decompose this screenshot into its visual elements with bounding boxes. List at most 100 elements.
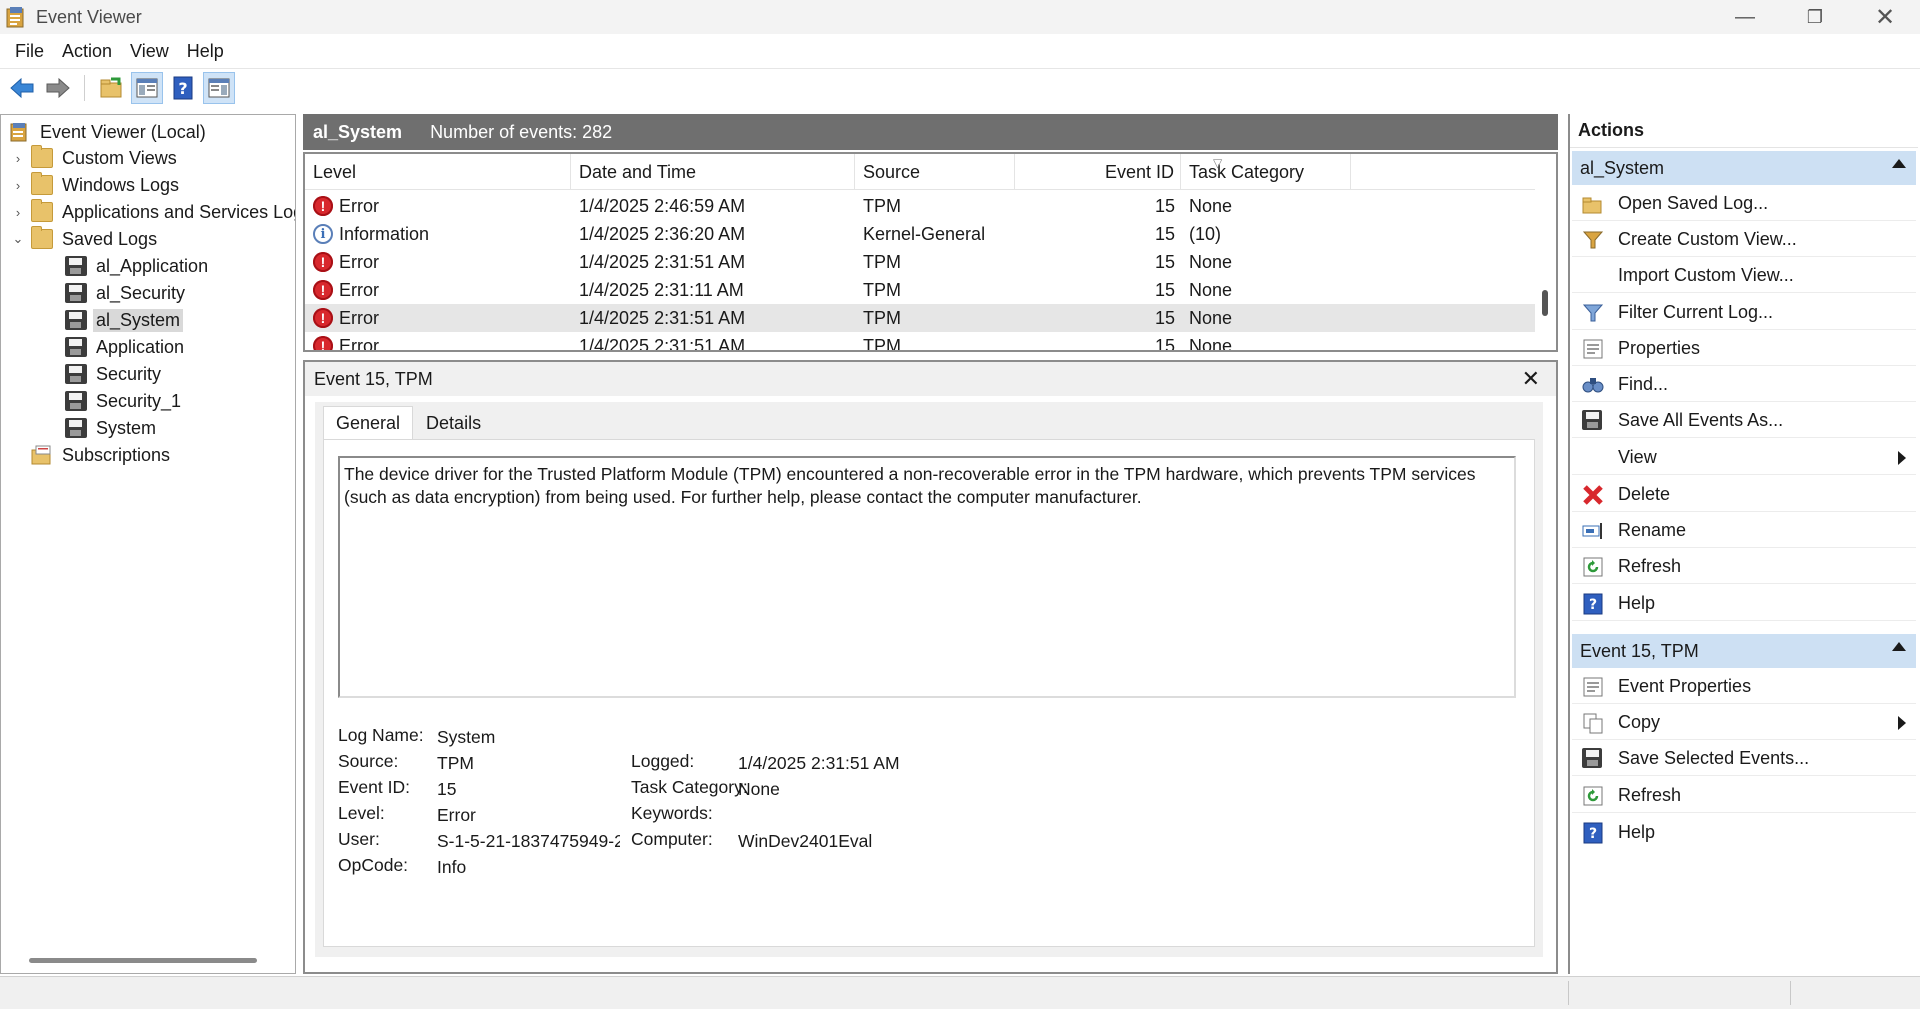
action-help[interactable]: ? Help — [1572, 586, 1916, 621]
menu-view[interactable]: View — [121, 41, 178, 62]
table-row[interactable]: i Information 1/4/2025 2:36:20 AM Kernel-… — [305, 220, 1535, 248]
logged-value[interactable]: 1/4/2025 2:31:51 AM — [738, 753, 900, 774]
tree-horizontal-scrollbar[interactable] — [29, 958, 257, 963]
collapse-icon[interactable] — [1892, 159, 1906, 168]
close-window-button[interactable]: ✕ — [1850, 0, 1920, 34]
action-filter-current-log[interactable]: Filter Current Log... — [1572, 295, 1916, 330]
event-list-scrollbar-thumb[interactable] — [1542, 290, 1548, 316]
collapse-icon[interactable] — [1892, 642, 1906, 651]
tree-item-security-1[interactable]: Security_1 — [65, 388, 184, 414]
tree-root[interactable]: Event Viewer (Local) — [9, 119, 209, 145]
column-level[interactable]: Level — [305, 154, 571, 190]
tree-item-saved-logs[interactable]: ⌄ Saved Logs — [11, 226, 160, 252]
tree-item-al-system[interactable]: al_System — [65, 307, 184, 333]
close-detail-button[interactable]: ✕ — [1522, 366, 1540, 392]
tree-item-al-application[interactable]: al_Application — [65, 253, 211, 279]
status-bar-divider — [1568, 981, 1569, 1005]
tree-item-applications-and-services-logs[interactable]: › Applications and Services Logs — [11, 199, 295, 225]
chevron-right-icon[interactable]: › — [11, 178, 25, 193]
chevron-right-icon[interactable]: › — [11, 205, 25, 220]
action-find[interactable]: Find... — [1572, 367, 1916, 402]
show-hide-action-pane-button[interactable] — [203, 71, 235, 104]
action-rename[interactable]: Rename — [1572, 513, 1916, 548]
source-label: Source: — [338, 751, 399, 771]
action-help-event[interactable]: ? Help — [1572, 815, 1916, 850]
action-group-event[interactable]: Event 15, TPM — [1572, 634, 1916, 668]
cell-event-id: 15 — [1154, 195, 1175, 216]
column-event-id[interactable]: Event ID — [1015, 154, 1181, 190]
column-task-category[interactable]: Task Category — [1181, 154, 1351, 190]
action-event-properties[interactable]: Event Properties — [1572, 669, 1916, 704]
event-viewer-local-icon — [9, 122, 31, 142]
help-button[interactable]: ? — [167, 72, 199, 104]
filter-icon — [1582, 302, 1604, 324]
tree-item-application[interactable]: Application — [65, 334, 187, 360]
computer-value[interactable]: WinDev2401Eval — [738, 831, 872, 852]
event-list-header: Level Date and Time Source Event ID Task… — [305, 154, 1535, 190]
opcode-value[interactable]: Info — [437, 857, 466, 878]
event-description[interactable]: The device driver for the Trusted Platfo… — [338, 456, 1516, 698]
folder-icon — [31, 145, 53, 168]
chevron-down-icon[interactable]: ⌄ — [11, 231, 25, 247]
open-folder-button[interactable] — [95, 72, 127, 104]
svg-text:?: ? — [1589, 597, 1597, 613]
source-value[interactable]: TPM — [437, 753, 474, 774]
menu-file[interactable]: File — [6, 41, 53, 62]
tree-item-label: Application — [96, 336, 185, 357]
action-save-selected-events[interactable]: Save Selected Events... — [1572, 741, 1916, 776]
table-row[interactable]: ! Error 1/4/2025 2:31:51 AM TPM 15 None — [305, 248, 1535, 276]
cell-date: 1/4/2025 2:36:20 AM — [579, 223, 746, 244]
cell-source: TPM — [863, 195, 901, 216]
action-create-custom-view[interactable]: Create Custom View... — [1572, 222, 1916, 257]
level-value[interactable]: Error — [437, 805, 476, 826]
task-category-label: Task Category: — [631, 777, 748, 797]
cell-date: 1/4/2025 2:46:59 AM — [579, 195, 746, 216]
menu-help[interactable]: Help — [178, 41, 233, 62]
task-category-value[interactable]: None — [738, 779, 780, 800]
table-row[interactable]: ! Error 1/4/2025 2:31:51 AM TPM 15 None — [305, 332, 1535, 350]
logged-label: Logged: — [631, 751, 695, 771]
action-group-al-system[interactable]: al_System — [1572, 151, 1916, 185]
menu-action[interactable]: Action — [53, 41, 121, 62]
tree-item-label: al_System — [93, 308, 184, 332]
cell-task-category: None — [1189, 279, 1233, 300]
table-row[interactable]: ! Error 1/4/2025 2:31:11 AM TPM 15 None — [305, 276, 1535, 304]
action-group-label: al_System — [1580, 157, 1665, 178]
sort-indicator-icon: ▽ — [1213, 156, 1223, 170]
forward-button[interactable] — [42, 72, 74, 104]
cell-task-category: None — [1189, 195, 1233, 216]
action-refresh-event[interactable]: Refresh — [1572, 778, 1916, 813]
table-row[interactable]: ! Error 1/4/2025 2:46:59 AM TPM 15 None — [305, 192, 1535, 220]
event-id-value[interactable]: 15 — [437, 779, 456, 800]
user-value[interactable]: S-1-5-21-1837475949-203265 — [437, 831, 620, 852]
column-date-time[interactable]: Date and Time — [571, 154, 855, 190]
action-open-saved-log[interactable]: Open Saved Log... — [1572, 186, 1916, 221]
tab-general[interactable]: General — [323, 406, 414, 440]
show-hide-tree-button[interactable] — [131, 71, 163, 104]
action-save-all-events-as[interactable]: Save All Events As... — [1572, 403, 1916, 438]
tree-item-security[interactable]: Security — [65, 361, 164, 387]
close-icon: ✕ — [1874, 3, 1896, 31]
action-copy[interactable]: Copy — [1572, 705, 1916, 740]
minimize-button[interactable]: — — [1710, 0, 1780, 34]
log-header-name: al_System — [313, 121, 403, 142]
column-source[interactable]: Source — [855, 154, 1015, 190]
tree-item-al-security[interactable]: al_Security — [65, 280, 188, 306]
tree-item-custom-views[interactable]: › Custom Views — [11, 145, 180, 171]
back-button[interactable] — [6, 72, 38, 104]
action-view[interactable]: View — [1572, 440, 1916, 475]
action-delete[interactable]: Delete — [1572, 477, 1916, 512]
action-refresh[interactable]: Refresh — [1572, 549, 1916, 584]
tree-item-subscriptions[interactable]: Subscriptions — [11, 442, 173, 468]
action-properties[interactable]: Properties — [1572, 331, 1916, 366]
table-row-selected[interactable]: ! Error 1/4/2025 2:31:51 AM TPM 15 None — [305, 304, 1535, 332]
tree-item-system[interactable]: System — [65, 415, 159, 441]
chevron-right-icon[interactable]: › — [11, 151, 25, 166]
tab-details[interactable]: Details — [413, 406, 494, 440]
log-name-value[interactable]: System — [437, 727, 495, 748]
action-label: Refresh — [1618, 784, 1682, 805]
tree-item-windows-logs[interactable]: › Windows Logs — [11, 172, 182, 198]
action-import-custom-view[interactable]: Import Custom View... — [1572, 258, 1916, 293]
restore-button[interactable]: ❐ — [1780, 0, 1850, 34]
status-bar-divider — [1790, 981, 1791, 1005]
